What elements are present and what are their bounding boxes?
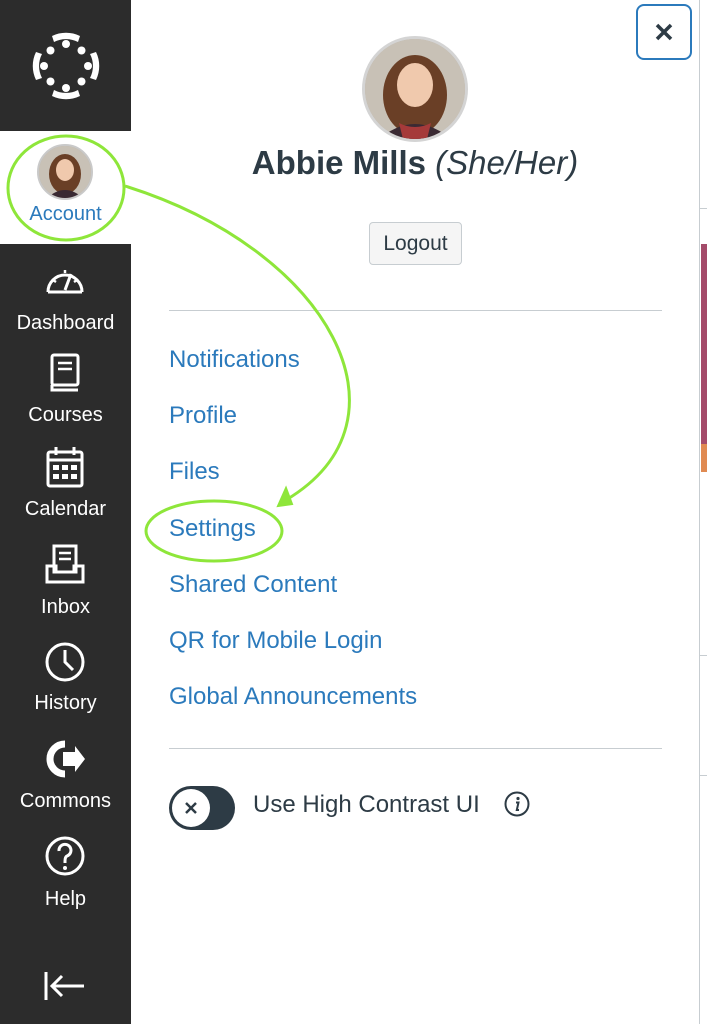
- dashboard-icon: [46, 270, 84, 294]
- nav-item-commons[interactable]: Commons: [0, 738, 131, 834]
- commons-icon: [46, 740, 85, 778]
- nav-item-label: Courses: [28, 404, 103, 426]
- high-contrast-label: Use High Contrast UI: [253, 791, 480, 818]
- course-card-band: [701, 444, 707, 472]
- divider: [169, 310, 662, 311]
- nav-item-label: Inbox: [41, 596, 90, 618]
- course-card-image: [701, 244, 707, 444]
- high-contrast-toggle[interactable]: [169, 786, 235, 830]
- notifications-link[interactable]: Notifications: [169, 346, 300, 374]
- settings-link[interactable]: Settings: [169, 515, 256, 543]
- profile-link[interactable]: Profile: [169, 402, 237, 430]
- avatar: [37, 144, 93, 200]
- nav-item-help[interactable]: Help: [0, 836, 131, 932]
- user-pronouns: (She/Her): [435, 144, 579, 181]
- user-name: Abbie Mills (She/Her): [131, 144, 699, 182]
- canvas-logo[interactable]: [0, 0, 131, 131]
- collapse-nav-button[interactable]: [40, 966, 90, 1006]
- info-icon[interactable]: [503, 790, 531, 818]
- collapse-nav-icon: [44, 972, 84, 1000]
- divider: [169, 748, 662, 749]
- toggle-knob: [172, 789, 210, 827]
- nav-item-history[interactable]: History: [0, 640, 131, 736]
- help-icon: [45, 836, 85, 876]
- qr-mobile-login-link[interactable]: QR for Mobile Login: [169, 627, 382, 655]
- history-icon: [45, 642, 85, 682]
- close-icon: [185, 802, 197, 814]
- nav-item-account[interactable]: Account: [0, 131, 131, 244]
- nav-item-calendar[interactable]: Calendar: [0, 446, 131, 542]
- nav-item-label: Calendar: [24, 498, 107, 520]
- user-display-name: Abbie Mills: [251, 144, 426, 181]
- nav-item-courses[interactable]: Courses: [0, 352, 131, 448]
- global-announcements-link[interactable]: Global Announcements: [169, 683, 417, 711]
- close-icon: [655, 23, 673, 41]
- nav-item-label: Account: [29, 203, 102, 225]
- canvas-logo-icon: [32, 32, 99, 99]
- shared-content-link[interactable]: Shared Content: [169, 571, 337, 599]
- logout-button[interactable]: Logout: [369, 222, 462, 265]
- nav-item-label: Dashboard: [16, 312, 115, 334]
- inbox-icon: [45, 544, 85, 584]
- courses-icon: [50, 353, 80, 392]
- files-link[interactable]: Files: [169, 458, 220, 486]
- calendar-icon: [46, 447, 84, 488]
- background-page: [699, 0, 707, 1024]
- global-navigation: Account Dashboard Courses Calendar Inbox…: [0, 0, 131, 1024]
- avatar: [362, 36, 468, 142]
- nav-item-dashboard[interactable]: Dashboard: [0, 260, 131, 356]
- close-button[interactable]: [636, 4, 692, 60]
- nav-item-inbox[interactable]: Inbox: [0, 544, 131, 640]
- nav-item-label: History: [34, 692, 97, 714]
- nav-item-label: Help: [44, 888, 87, 910]
- nav-item-label: Commons: [19, 790, 112, 812]
